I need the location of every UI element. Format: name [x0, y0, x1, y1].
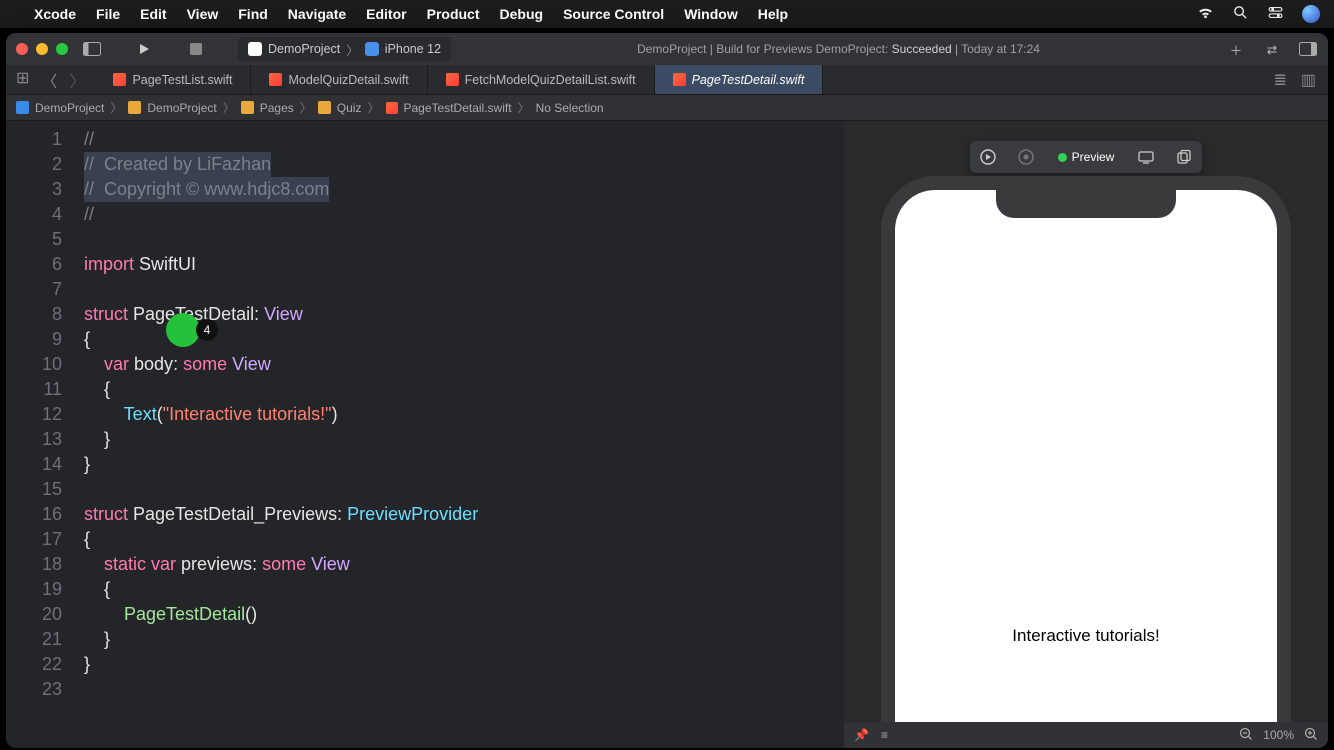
nav-forward-icon[interactable]: 〉: [69, 68, 85, 92]
tab-pagetestlist[interactable]: PageTestList.swift: [95, 65, 251, 94]
adjust-editor-icon[interactable]: ▥: [1301, 70, 1316, 90]
preview-screen[interactable]: Interactive tutorials!: [895, 190, 1277, 748]
preview-device-settings-icon[interactable]: [1132, 145, 1160, 169]
device-icon: [365, 42, 379, 56]
preview-status[interactable]: Preview: [1050, 150, 1123, 164]
menubar-help[interactable]: Help: [758, 6, 788, 22]
menubar-file[interactable]: File: [96, 6, 120, 22]
zoom-window-button[interactable]: [56, 43, 68, 55]
stop-button[interactable]: [186, 39, 206, 59]
tab-modelquizdetail[interactable]: ModelQuizDetail.swift: [251, 65, 427, 94]
tab-pagetestdetail[interactable]: PageTestDetail.swift: [655, 65, 824, 94]
jump-bar[interactable]: DemoProject〉 DemoProject〉 Pages〉 Quiz〉 P…: [6, 95, 1328, 121]
swift-file-icon: [386, 102, 398, 114]
folder-icon: [128, 101, 141, 114]
project-icon: [16, 101, 29, 114]
editor-options-icon[interactable]: ≣: [1273, 70, 1286, 90]
wifi-icon[interactable]: [1197, 4, 1214, 24]
code-content[interactable]: // // Created by LiFazhan // Copyright ©…: [76, 121, 844, 748]
zoom-in-icon[interactable]: [1304, 727, 1318, 744]
add-button[interactable]: ＋: [1226, 39, 1246, 59]
menubar-app[interactable]: Xcode: [34, 6, 76, 22]
zoom-level[interactable]: 100%: [1263, 728, 1294, 742]
menubar-view[interactable]: View: [187, 6, 219, 22]
folder-icon: [241, 101, 254, 114]
tab-fetchmodelquizdetaillist[interactable]: FetchModelQuizDetailList.swift: [428, 65, 655, 94]
code-editor[interactable]: 1234567891011121314151617181920212223 //…: [6, 121, 844, 748]
preview-text: Interactive tutorials!: [895, 626, 1277, 646]
scheme-selector[interactable]: DemoProject 〉 iPhone 12: [238, 37, 451, 62]
user-avatar-icon[interactable]: [1302, 5, 1320, 23]
run-button[interactable]: [134, 39, 154, 59]
status-dot-icon: [1058, 153, 1067, 162]
preview-settings-icon[interactable]: ≡: [881, 728, 888, 742]
line-gutter: 1234567891011121314151617181920212223: [6, 121, 76, 748]
preview-device-frame: Interactive tutorials!: [881, 176, 1291, 748]
zoom-out-icon[interactable]: [1239, 727, 1253, 744]
live-preview-play-icon[interactable]: [974, 145, 1002, 169]
activity-status: DemoProject | Build for Previews DemoPro…: [465, 42, 1212, 56]
xcode-toolbar: DemoProject 〉 iPhone 12 DemoProject | Bu…: [6, 33, 1328, 65]
control-center-icon[interactable]: [1267, 4, 1284, 24]
spotlight-icon[interactable]: [1232, 4, 1249, 24]
menubar-source-control[interactable]: Source Control: [563, 6, 664, 22]
device-notch: [996, 190, 1176, 218]
menubar-editor[interactable]: Editor: [366, 6, 406, 22]
preview-duplicate-icon[interactable]: [1170, 145, 1198, 169]
preview-canvas: Preview Interactive tutorials! 📌 ≡ 100%: [844, 121, 1328, 748]
scheme-device: iPhone 12: [385, 42, 441, 56]
scheme-project: DemoProject: [268, 42, 340, 56]
swift-file-icon: [446, 73, 459, 86]
macos-menubar: Xcode File Edit View Find Navigate Edito…: [0, 0, 1334, 28]
app-icon: [248, 42, 262, 56]
preview-on-device-icon[interactable]: [1012, 145, 1040, 169]
menubar-product[interactable]: Product: [427, 6, 480, 22]
cursor-marker: 4: [166, 313, 218, 347]
menubar-navigate[interactable]: Navigate: [288, 6, 346, 22]
swift-file-icon: [673, 73, 686, 86]
menubar-edit[interactable]: Edit: [140, 6, 166, 22]
swift-file-icon: [269, 73, 282, 86]
code-review-icon[interactable]: ⇄: [1262, 39, 1282, 59]
toggle-navigator-icon[interactable]: [82, 39, 102, 59]
cursor-dot-icon: [166, 313, 200, 347]
menubar-find[interactable]: Find: [238, 6, 268, 22]
close-window-button[interactable]: [16, 43, 28, 55]
menubar-debug[interactable]: Debug: [500, 6, 544, 22]
editor-tabbar: ⊞ 〈 〉 PageTestList.swift ModelQuizDetail…: [6, 65, 1328, 95]
cursor-count: 4: [196, 319, 218, 341]
preview-bottom-bar: 📌 ≡ 100%: [844, 722, 1328, 748]
folder-icon: [318, 101, 331, 114]
swift-file-icon: [113, 73, 126, 86]
window-controls: [16, 43, 68, 55]
pin-preview-icon[interactable]: 📌: [854, 728, 869, 742]
minimize-window-button[interactable]: [36, 43, 48, 55]
xcode-window: DemoProject 〉 iPhone 12 DemoProject | Bu…: [6, 33, 1328, 748]
preview-toolbar: Preview: [970, 141, 1203, 173]
related-items-icon[interactable]: ⊞: [16, 68, 29, 92]
nav-back-icon[interactable]: 〈: [41, 68, 57, 92]
toggle-inspector-icon[interactable]: [1298, 39, 1318, 59]
menubar-window[interactable]: Window: [684, 6, 738, 22]
